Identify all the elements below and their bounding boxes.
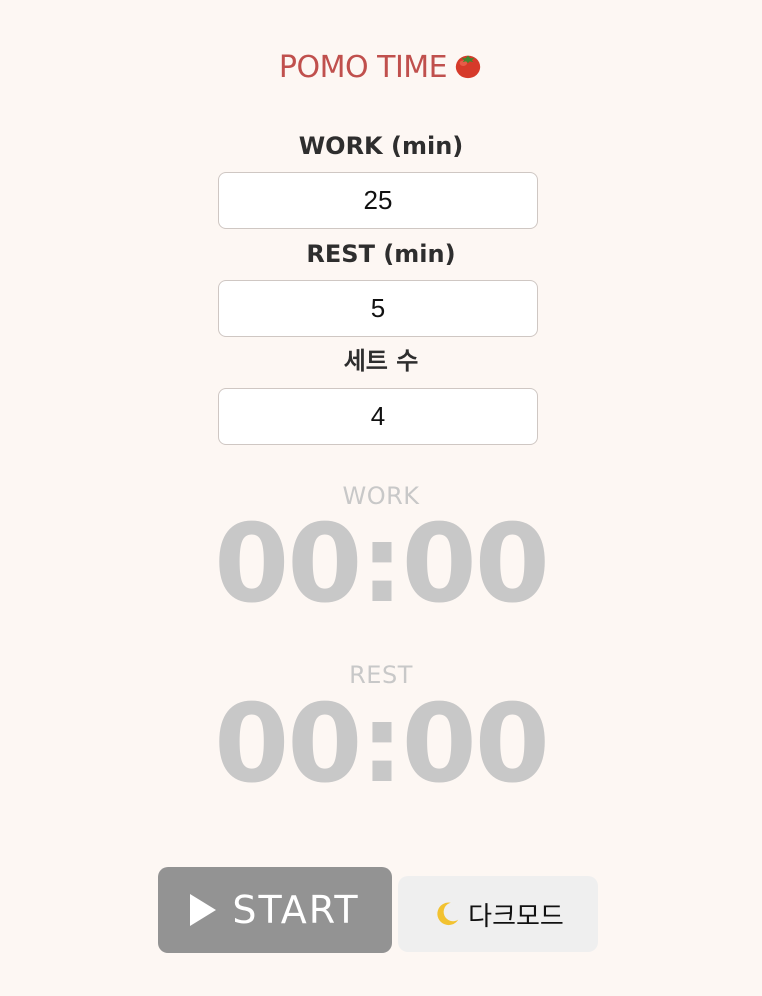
dark-mode-label: 다크모드 — [468, 901, 564, 932]
moon-icon — [437, 902, 459, 926]
start-button-label: START — [232, 888, 360, 932]
sets-count-label: 세트 수 — [343, 347, 419, 375]
rest-minutes-input[interactable] — [218, 280, 538, 337]
work-minutes-input[interactable] — [218, 172, 538, 229]
app-title: POMO TIME — [0, 46, 762, 90]
pomodoro-app: POMO TIME WORK (min) REST (min) 세트 수 WOR… — [0, 0, 762, 996]
app-title-text: POMO TIME — [278, 50, 448, 85]
dark-mode-button[interactable]: 다크모드 — [398, 876, 598, 952]
play-icon — [190, 894, 217, 926]
work-timer-display: 00:00 — [214, 502, 550, 627]
sets-count-input[interactable] — [218, 388, 538, 445]
work-minutes-label: WORK (min) — [298, 132, 464, 160]
tomato-icon — [455, 55, 481, 79]
start-button[interactable]: START — [158, 867, 392, 953]
rest-minutes-label: REST (min) — [306, 240, 456, 268]
rest-timer-display: 00:00 — [214, 682, 550, 807]
